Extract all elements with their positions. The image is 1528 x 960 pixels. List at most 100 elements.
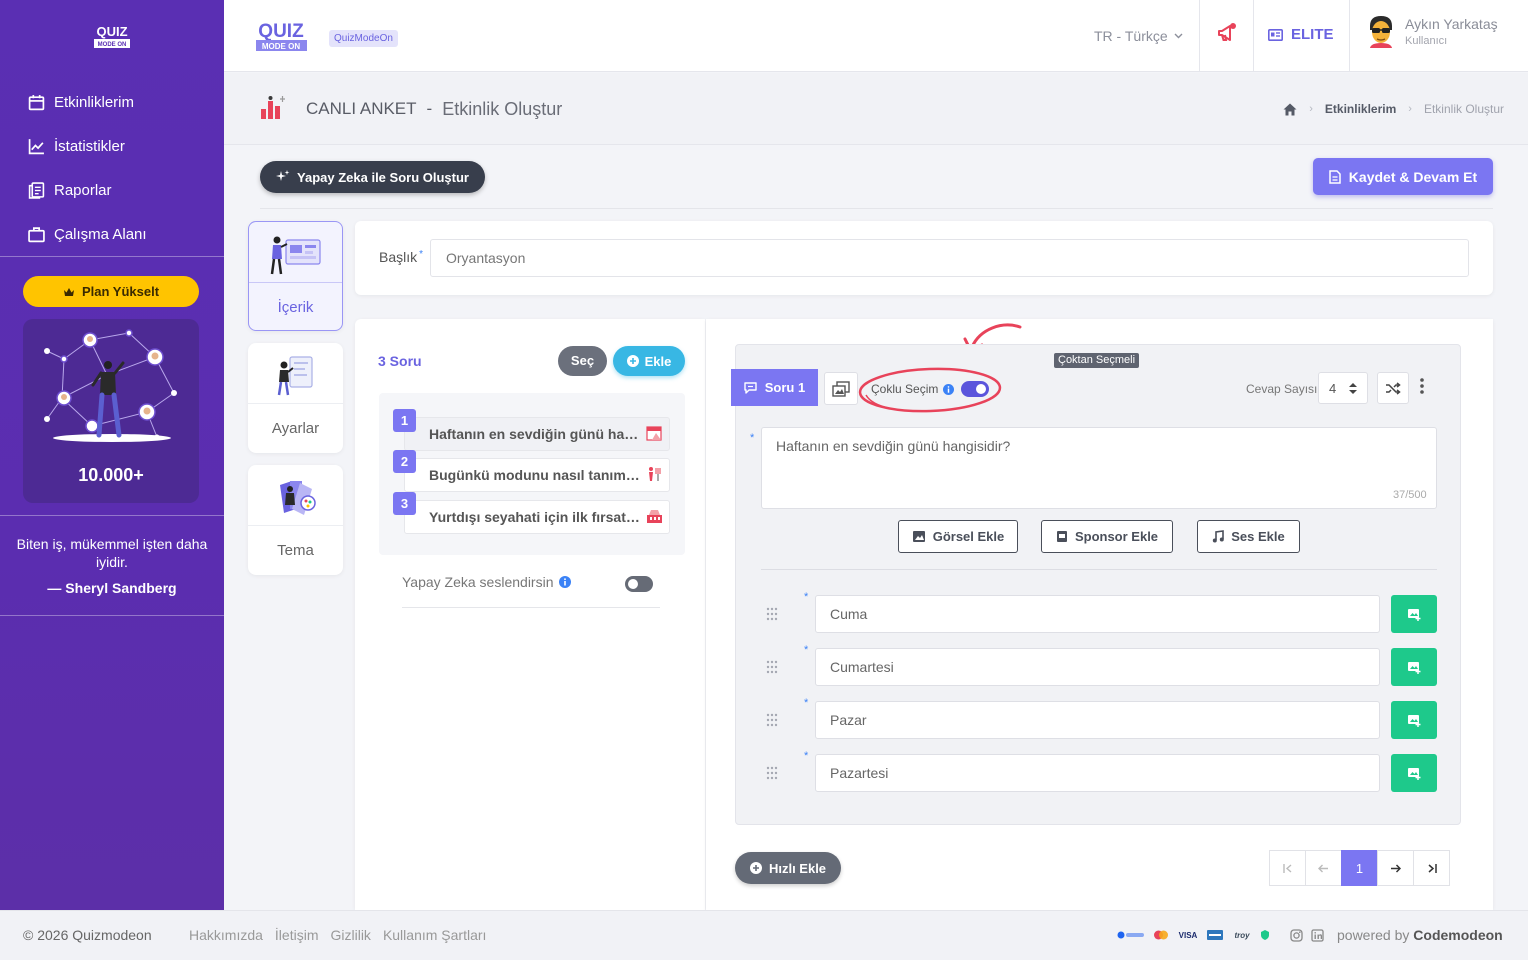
plan-elite-badge[interactable]: ELITE (1268, 26, 1334, 43)
drag-handle-icon[interactable] (766, 713, 778, 727)
logo-text-bottom: MODE ON (262, 42, 300, 51)
pagination-next-button[interactable] (1377, 850, 1414, 886)
save-continue-button[interactable]: Kaydet & Devam Et (1313, 158, 1493, 195)
payment-logos: VISA troy (1117, 930, 1269, 940)
question-options-button[interactable] (1420, 378, 1424, 394)
title-label: Başlık * (379, 249, 423, 265)
add-question-button[interactable]: Ekle (613, 346, 685, 376)
powered-by-prefix: powered by (1337, 927, 1410, 943)
logo-text-top: QUIZ (96, 24, 127, 39)
answer-count-select[interactable]: 4 (1318, 372, 1368, 404)
social-links (1290, 929, 1324, 942)
answer-input[interactable] (815, 595, 1380, 633)
footer-link-hakkimizda[interactable]: Hakkımızda (189, 927, 263, 943)
shuffle-icon (1386, 381, 1401, 395)
add-image-button[interactable]: Görsel Ekle (898, 520, 1018, 553)
logo-text-bottom: MODE ON (98, 42, 127, 48)
announcement-button[interactable] (1216, 22, 1238, 44)
language-selector[interactable]: TR - Türkçe (1094, 28, 1183, 44)
ai-voice-toggle[interactable] (625, 576, 653, 592)
tab-label: Tema (248, 525, 343, 575)
footer-link-gizlilik[interactable]: Gizlilik (330, 927, 370, 943)
answer-image-button[interactable] (1391, 754, 1437, 792)
drag-handle-icon[interactable] (766, 607, 778, 621)
drag-handle-icon[interactable] (766, 766, 778, 780)
theme-palette-icon (279, 481, 316, 515)
quick-add-button[interactable]: Hızlı Ekle (735, 852, 841, 884)
question-editor-panel: Soru 1 Çoklu Seçim Çoktan Seçmeli Cevap … (706, 319, 1493, 910)
images-icon (832, 380, 850, 397)
add-audio-button[interactable]: Ses Ekle (1197, 520, 1300, 553)
sidebar-item-calisma-alani[interactable]: Çalışma Alanı (28, 212, 218, 256)
sidebar-item-raporlar[interactable]: Raporlar (28, 168, 218, 212)
answer-image-button[interactable] (1391, 701, 1437, 739)
answer-count-label: Cevap Sayısı (1246, 382, 1318, 396)
topbar-divider (1349, 0, 1350, 72)
pagination-prev-button[interactable] (1305, 850, 1342, 886)
answer-image-button[interactable] (1391, 648, 1437, 686)
sidebar-item-etkinliklerim[interactable]: Etkinliklerim (28, 80, 218, 124)
sidebar-item-label: Çalışma Alanı (54, 225, 147, 243)
tab-ayarlar[interactable]: Ayarlar (248, 343, 343, 453)
required-mark: * (804, 750, 809, 762)
required-mark: * (804, 591, 809, 603)
answer-row: * (761, 697, 1437, 739)
drag-handle-icon[interactable] (766, 660, 778, 674)
answer-input[interactable] (815, 754, 1380, 792)
app-root: QUIZ MODE ON Etkinliklerim İstatistikler… (0, 0, 1528, 960)
answer-input[interactable] (815, 648, 1380, 686)
info-icon[interactable] (943, 383, 955, 395)
required-mark: * (419, 249, 424, 260)
question-text-input[interactable]: Haftanın en sevdiğin günü hangisidir? (761, 427, 1437, 509)
tab-tema[interactable]: Tema (248, 465, 343, 575)
ai-generate-question-button[interactable]: Yapay Zeka ile Soru Oluştur (260, 161, 485, 193)
question-list-item[interactable]: Bugünkü modunu nasıl tanımlarsın? 2 (393, 450, 670, 492)
answer-image-button[interactable] (1391, 595, 1437, 633)
footer-link-kullanim-sartlari[interactable]: Kullanım Şartları (383, 927, 486, 943)
user-menu[interactable]: Aykın Yarkataş Kullanıcı (1367, 14, 1498, 48)
powered-by-brand[interactable]: Codemodeon (1413, 927, 1502, 943)
footer-link-iletisim[interactable]: İletişim (275, 927, 319, 943)
ai-voice-label: Yapay Zeka seslendirsin (402, 574, 572, 590)
home-icon[interactable] (1283, 103, 1297, 116)
breadcrumb-item[interactable]: Etkinliklerim (1325, 102, 1396, 116)
shuffle-answers-button[interactable] (1377, 372, 1409, 404)
sidebar-logo[interactable]: QUIZ MODE ON (92, 24, 132, 50)
ai-voice-text: Yapay Zeka seslendirsin (402, 574, 554, 590)
question-item-text: Haftanın en sevdiğin günü hangisidir? (404, 417, 670, 451)
multi-select-toggle[interactable] (961, 381, 989, 397)
question-image-button[interactable] (824, 372, 858, 405)
powered-by: powered by Codemodeon (1337, 927, 1503, 943)
question-item-text: Bugünkü modunu nasıl tanımlarsın? (404, 458, 670, 492)
instagram-icon[interactable] (1290, 929, 1303, 942)
sidebar-divider (0, 256, 224, 257)
id-card-icon (1268, 28, 1283, 41)
kebab-menu-icon (1420, 378, 1424, 394)
language-label: TR - Türkçe (1094, 28, 1168, 44)
arrow-right-icon (1391, 863, 1401, 873)
add-sponsor-button[interactable]: Sponsor Ekle (1041, 520, 1173, 553)
sidebar-item-istatistikler[interactable]: İstatistikler (28, 124, 218, 168)
sparkles-icon (276, 170, 290, 181)
arrow-left-icon (1318, 864, 1328, 872)
pagination-page-button[interactable]: 1 (1341, 850, 1378, 886)
linkedin-icon[interactable] (1311, 929, 1324, 942)
upgrade-plan-button[interactable]: Plan Yükselt (23, 276, 199, 307)
header-logo[interactable]: QUIZ MODE ON (256, 20, 308, 54)
pagination-last-button[interactable] (1413, 850, 1450, 886)
question-number: 3 (393, 492, 416, 515)
title-input[interactable] (430, 239, 1469, 277)
info-icon[interactable] (559, 576, 572, 588)
required-mark: * (804, 697, 809, 709)
chart-line-icon (28, 138, 44, 154)
image-icon (912, 531, 925, 542)
crown-icon (63, 287, 74, 296)
question-list-item[interactable]: Yurtdışı seyahati için ilk fırsatta nere… (393, 492, 670, 534)
question-tag[interactable]: Soru 1 (731, 369, 818, 406)
pagination-first-button[interactable] (1269, 850, 1306, 886)
select-questions-button[interactable]: Seç (558, 346, 607, 376)
add-question-label: Ekle (644, 353, 672, 369)
tab-icerik[interactable]: İçerik (248, 221, 343, 331)
question-list-item[interactable]: Haftanın en sevdiğin günü hangisidir? 1 (393, 409, 670, 451)
answer-input[interactable] (815, 701, 1380, 739)
